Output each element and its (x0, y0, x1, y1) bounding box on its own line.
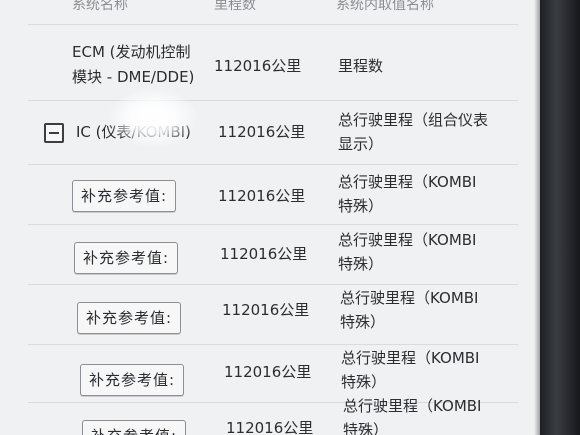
internal-value-line1: 总行驶里程（KOMBI (338, 231, 477, 249)
supplementary-reference-button[interactable]: 补充参考值: (77, 302, 182, 334)
header-system-name: 系统名称 (72, 0, 128, 13)
internal-value-name: 里程数 (338, 57, 384, 75)
collapse-toggle-button[interactable] (44, 123, 64, 143)
internal-value-line2: 特殊） (340, 313, 386, 331)
mileage-table-screen: 系统名称 里程数 系统内取值名称 ECM (发动机控制 模块 - DME/DDE… (0, 0, 540, 435)
internal-value-line1: 总行驶里程（KOMBI (338, 173, 477, 191)
divider (28, 24, 518, 25)
internal-value-line1: 总行驶里程（组合仪表 (338, 111, 489, 129)
internal-value-line2: 特殊） (338, 255, 384, 273)
supplementary-reference-button[interactable]: 补充参考值: (80, 364, 185, 396)
system-name-line1: IC (仪表/KOMBI) (76, 123, 191, 141)
mileage-value: 112016公里 (214, 57, 302, 75)
mileage-value: 112016公里 (218, 123, 306, 141)
mileage-value: 112016公里 (220, 245, 308, 263)
internal-value-line2: 显示） (338, 135, 384, 153)
divider (28, 164, 518, 165)
internal-value-line2: 特殊） (338, 197, 384, 215)
table-header: 系统名称 里程数 系统内取值名称 (0, 0, 540, 18)
system-name-line1: ECM (发动机控制 (72, 43, 191, 61)
internal-value-line1: 总行驶里程（KOMBI (343, 397, 482, 415)
internal-value-line1: 总行驶里程（KOMBI (341, 349, 480, 367)
internal-value-line1: 总行驶里程（KOMBI (340, 289, 479, 307)
divider (28, 344, 518, 345)
supplementary-reference-button[interactable]: 补充参考值: (74, 242, 179, 274)
header-mileage: 里程数 (214, 0, 256, 13)
internal-value-line2: 特殊） (343, 421, 389, 435)
header-internal-value-name: 系统内取值名称 (336, 0, 434, 13)
minus-icon (49, 132, 59, 134)
divider (28, 100, 518, 101)
supplementary-reference-button[interactable]: 补充参考值: (82, 420, 187, 435)
divider (28, 224, 518, 225)
mileage-value: 112016公里 (224, 363, 312, 381)
mileage-value: 112016公里 (218, 187, 306, 205)
mileage-value: 112016公里 (222, 301, 310, 319)
mileage-value: 112016公里 (226, 419, 314, 435)
system-name-line2: 模块 - DME/DDE) (72, 68, 195, 86)
internal-value-line2: 特殊） (341, 373, 387, 391)
device-bezel (540, 0, 580, 435)
supplementary-reference-button[interactable]: 补充参考值: (72, 180, 177, 212)
divider (28, 284, 518, 285)
